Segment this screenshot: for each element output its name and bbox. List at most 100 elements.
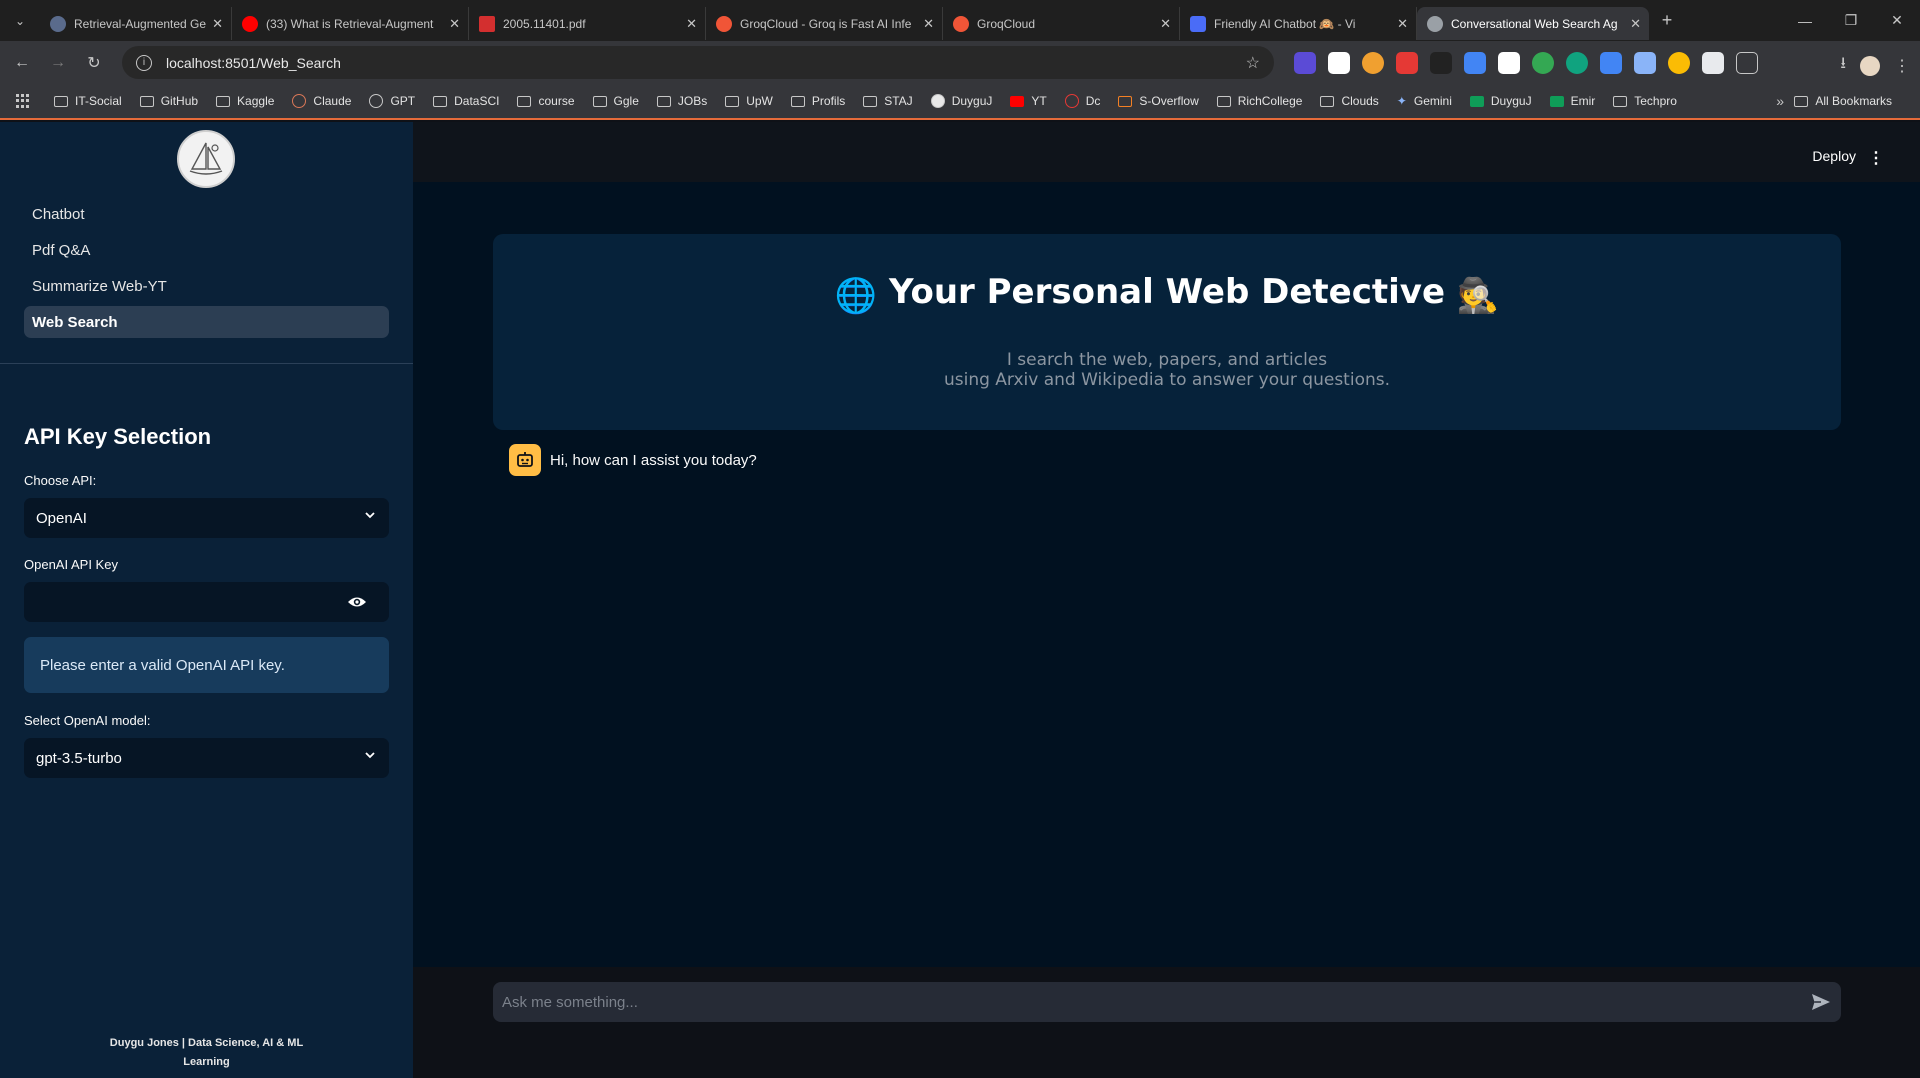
browser-tab[interactable]: GroqCloud - Groq is Fast AI Infe ✕ bbox=[706, 7, 943, 40]
bookmark-item[interactable]: YT bbox=[1010, 94, 1047, 108]
main-menu-icon[interactable]: ⋮ bbox=[1868, 148, 1884, 168]
url-text[interactable]: localhost:8501/Web_Search bbox=[166, 55, 341, 71]
back-icon[interactable]: ← bbox=[4, 54, 40, 72]
extension-icon[interactable] bbox=[1498, 52, 1520, 74]
bookmark-item[interactable]: Ggle bbox=[592, 94, 639, 108]
bookmarks-more-button[interactable]: » bbox=[1776, 93, 1784, 109]
extensions-puzzle-icon[interactable] bbox=[1736, 52, 1758, 74]
chat-message: Hi, how can I assist you today? bbox=[509, 444, 757, 476]
bookmark-item[interactable]: Claude bbox=[292, 94, 351, 108]
bookmark-item[interactable]: IT-Social bbox=[54, 94, 122, 108]
tab-close-icon[interactable]: ✕ bbox=[686, 16, 697, 32]
bookmark-item[interactable]: Profils bbox=[790, 94, 845, 108]
extension-icon[interactable] bbox=[1362, 52, 1384, 74]
tab-close-icon[interactable]: ✕ bbox=[923, 16, 934, 32]
bookmark-item[interactable]: Kaggle bbox=[216, 94, 274, 108]
extension-icon[interactable] bbox=[1668, 52, 1690, 74]
deploy-button[interactable]: Deploy bbox=[1812, 148, 1856, 164]
extension-icon[interactable] bbox=[1532, 52, 1554, 74]
shield-icon[interactable] bbox=[1702, 52, 1724, 74]
extension-icon[interactable] bbox=[1396, 52, 1418, 74]
folder-icon bbox=[517, 95, 532, 107]
bookmark-item[interactable]: Techpro bbox=[1613, 94, 1677, 108]
bookmark-item[interactable]: Emir bbox=[1549, 94, 1595, 108]
bookmark-item[interactable]: GPT bbox=[369, 94, 415, 108]
page-title: 🌐 Your Personal Web Detective 🕵️ bbox=[493, 272, 1841, 316]
hero-card: 🌐 Your Personal Web Detective 🕵️ I searc… bbox=[493, 234, 1841, 430]
bookmark-item[interactable]: DuyguJ bbox=[930, 94, 992, 108]
sidebar: Chatbot Pdf Q&A Summarize Web-YT Web Sea… bbox=[0, 122, 413, 1078]
model-select[interactable]: gpt-3.5-turbo bbox=[24, 738, 389, 778]
restore-icon[interactable]: ❐ bbox=[1828, 12, 1874, 29]
profile-avatar[interactable] bbox=[1860, 55, 1880, 76]
browser-tab-active[interactable]: Conversational Web Search Ag ✕ bbox=[1417, 7, 1649, 40]
main-area: Deploy ⋮ 🌐 Your Personal Web Detective 🕵… bbox=[413, 122, 1920, 1078]
bookmark-item[interactable]: S-Overflow bbox=[1118, 94, 1199, 108]
browser-tab[interactable]: (33) What is Retrieval-Augment ✕ bbox=[232, 7, 469, 40]
chat-input-placeholder: Ask me something... bbox=[502, 993, 638, 1011]
browser-tab[interactable]: Friendly AI Chatbot 🙉 - Vi ✕ bbox=[1180, 7, 1417, 40]
choose-api-select[interactable]: OpenAI bbox=[24, 498, 389, 538]
new-tab-button[interactable]: + bbox=[1649, 10, 1685, 31]
browser-menu-icon[interactable]: ⋮ bbox=[1894, 56, 1910, 76]
bookmark-item[interactable]: RichCollege bbox=[1216, 94, 1302, 108]
extension-icon[interactable] bbox=[1430, 52, 1452, 74]
youtube-icon bbox=[1010, 95, 1025, 107]
send-icon[interactable] bbox=[1811, 992, 1831, 1012]
reload-icon[interactable]: ↻ bbox=[76, 53, 112, 73]
forward-icon[interactable]: → bbox=[40, 54, 76, 72]
folder-icon bbox=[54, 95, 68, 107]
show-password-eye-icon[interactable] bbox=[347, 594, 367, 610]
tab-close-icon[interactable]: ✕ bbox=[1397, 16, 1408, 32]
all-bookmarks-button[interactable]: All Bookmarks bbox=[1794, 94, 1892, 108]
tab-close-icon[interactable]: ✕ bbox=[1630, 16, 1641, 32]
extension-icon[interactable] bbox=[1328, 52, 1350, 74]
sidebar-footer: Duygu Jones | Data Science, AI & ML Lear… bbox=[0, 1034, 413, 1072]
bookmark-item[interactable]: STAJ bbox=[863, 94, 913, 108]
tab-search-button[interactable]: ⌄ bbox=[0, 0, 40, 41]
bookmark-item[interactable]: DataSCI bbox=[433, 94, 499, 108]
chat-input[interactable]: Ask me something... bbox=[493, 982, 1841, 1022]
api-key-input[interactable] bbox=[24, 582, 389, 622]
app-logo bbox=[177, 130, 235, 188]
openai-icon bbox=[369, 94, 384, 108]
tab-close-icon[interactable]: ✕ bbox=[212, 16, 223, 32]
folder-icon bbox=[139, 95, 154, 107]
extension-icon[interactable] bbox=[1600, 52, 1622, 74]
bookmark-star-icon[interactable]: ☆ bbox=[1246, 53, 1260, 73]
browser-tab[interactable]: GroqCloud ✕ bbox=[943, 7, 1180, 40]
tab-title: Retrieval-Augmented Generatio bbox=[74, 16, 207, 31]
apps-grid-icon[interactable] bbox=[16, 94, 30, 108]
sidebar-item-pdf-qa[interactable]: Pdf Q&A bbox=[24, 234, 389, 266]
site-info-icon[interactable]: i bbox=[136, 54, 152, 71]
translate-icon[interactable] bbox=[1464, 52, 1486, 74]
browser-tab[interactable]: Retrieval-Augmented Generatio ✕ bbox=[40, 7, 232, 40]
download-icon[interactable]: ⭳ bbox=[1840, 52, 1846, 79]
bookmark-item[interactable]: ✦ Gemini bbox=[1397, 94, 1452, 108]
browser-tab[interactable]: 2005.11401.pdf ✕ bbox=[469, 7, 706, 40]
bookmark-item[interactable]: Dc bbox=[1064, 94, 1100, 108]
address-bar[interactable]: i localhost:8501/Web_Search ☆ bbox=[122, 46, 1274, 79]
bookmark-item[interactable]: UpW bbox=[725, 94, 773, 108]
tab-close-icon[interactable]: ✕ bbox=[1160, 16, 1171, 32]
extension-icon[interactable] bbox=[1294, 52, 1316, 74]
bookmark-item[interactable]: GitHub bbox=[139, 94, 198, 108]
extension-icon[interactable] bbox=[1566, 52, 1588, 74]
extension-icon[interactable] bbox=[1634, 52, 1656, 74]
close-window-icon[interactable]: ✕ bbox=[1874, 12, 1920, 29]
tab-title: GroqCloud - Groq is Fast AI Infe bbox=[740, 16, 912, 31]
bookmark-item[interactable]: DuyguJ bbox=[1469, 94, 1532, 108]
sidebar-item-web-search[interactable]: Web Search bbox=[24, 306, 389, 338]
bookmark-item[interactable]: Clouds bbox=[1320, 94, 1379, 108]
bookmark-item[interactable]: JOBs bbox=[656, 94, 707, 108]
tab-title: Conversational Web Search Ag bbox=[1451, 16, 1618, 31]
sidebar-item-summarize[interactable]: Summarize Web-YT bbox=[24, 270, 389, 302]
bookmark-item[interactable]: course bbox=[517, 94, 575, 108]
tab-close-icon[interactable]: ✕ bbox=[449, 16, 460, 32]
sidebar-item-chatbot[interactable]: Chatbot bbox=[24, 198, 389, 230]
tab-title: 2005.11401.pdf bbox=[503, 16, 586, 31]
video-icon bbox=[1190, 15, 1206, 32]
claude-icon bbox=[292, 94, 307, 108]
sidebar-divider bbox=[0, 363, 413, 364]
minimize-icon[interactable]: — bbox=[1782, 13, 1828, 29]
